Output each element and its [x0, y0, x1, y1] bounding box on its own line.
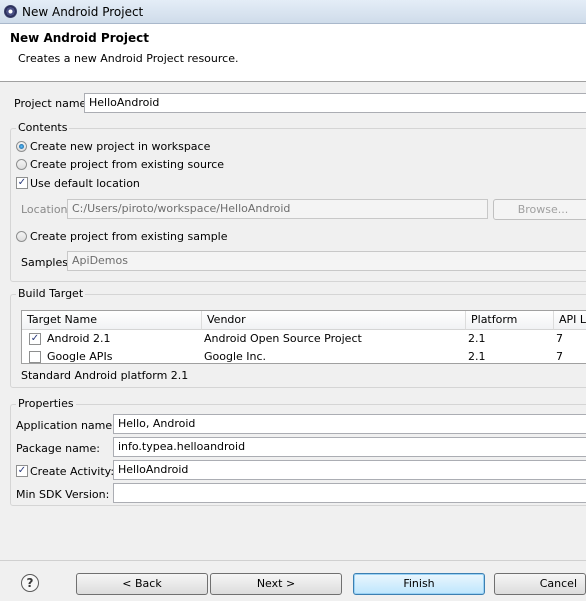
column-header-platform[interactable]: Platform: [466, 311, 554, 330]
existing-source-label[interactable]: Create project from existing source: [30, 158, 224, 171]
package-name-label: Package name:: [16, 442, 100, 455]
create-activity-checkbox[interactable]: ✓: [16, 465, 28, 477]
use-default-location-label[interactable]: Use default location: [30, 177, 140, 190]
target-name-cell: Google APIs: [47, 350, 113, 363]
platform-cell: 2.1: [468, 350, 486, 363]
browse-button[interactable]: Browse...: [493, 199, 586, 220]
wizard-banner: New Android Project Creates a new Androi…: [0, 24, 586, 82]
wizard-title: New Android Project: [10, 31, 149, 45]
properties-group-label: Properties: [16, 397, 76, 410]
create-new-project-label[interactable]: Create new project in workspace: [30, 140, 210, 153]
min-sdk-label: Min SDK Version:: [16, 488, 110, 501]
finish-button[interactable]: Finish: [353, 573, 485, 595]
package-name-input[interactable]: info.typea.helloandroid: [113, 437, 586, 457]
next-button[interactable]: Next >: [210, 573, 342, 595]
existing-sample-label[interactable]: Create project from existing sample: [30, 230, 228, 243]
create-activity-input[interactable]: HelloAndroid: [113, 460, 586, 480]
create-new-project-radio[interactable]: [16, 141, 27, 152]
project-name-label: Project name:: [14, 97, 91, 110]
samples-label: Samples:: [21, 256, 72, 269]
platform-cell: 2.1: [468, 332, 486, 345]
application-name-label: Application name:: [16, 419, 116, 432]
location-input[interactable]: C:/Users/piroto/workspace/HelloAndroid: [67, 199, 488, 219]
back-button[interactable]: < Back: [76, 573, 208, 595]
target-name-cell: Android 2.1: [47, 332, 111, 345]
footer-separator: [0, 560, 586, 561]
api-level-cell: 7: [556, 332, 563, 345]
target-row-checkbox[interactable]: ✓: [29, 333, 41, 345]
existing-source-radio[interactable]: [16, 159, 27, 170]
target-row-checkbox[interactable]: [29, 351, 41, 363]
title-bar[interactable]: New Android Project: [0, 0, 586, 24]
use-default-location-checkbox[interactable]: ✓: [16, 177, 28, 189]
column-header-target-name[interactable]: Target Name: [22, 311, 202, 330]
project-name-input[interactable]: HelloAndroid: [84, 93, 586, 113]
column-header-vendor[interactable]: Vendor: [202, 311, 466, 330]
cancel-button[interactable]: Cancel: [494, 573, 586, 595]
table-row[interactable]: ✓ Android 2.1 Android Open Source Projec…: [22, 330, 586, 347]
table-row[interactable]: Google APIs Google Inc. 2.1 7: [22, 348, 586, 363]
eclipse-app-icon: [4, 5, 17, 18]
location-label: Location:: [21, 203, 72, 216]
wizard-description: Creates a new Android Project resource.: [18, 52, 239, 65]
window-title: New Android Project: [22, 5, 144, 19]
create-activity-label[interactable]: Create Activity:: [30, 465, 114, 478]
samples-select[interactable]: ApiDemos: [67, 251, 586, 271]
build-target-status: Standard Android platform 2.1: [21, 369, 189, 382]
contents-group-label: Contents: [16, 121, 70, 134]
vendor-cell: Android Open Source Project: [204, 332, 362, 345]
application-name-input[interactable]: Hello, Android: [113, 414, 586, 434]
api-level-cell: 7: [556, 350, 563, 363]
build-target-group-label: Build Target: [16, 287, 86, 300]
build-target-table[interactable]: Target Name Vendor Platform API Le ✓ And…: [21, 310, 586, 364]
existing-sample-radio[interactable]: [16, 231, 27, 242]
vendor-cell: Google Inc.: [204, 350, 267, 363]
min-sdk-input[interactable]: [113, 483, 586, 503]
column-header-api-level[interactable]: API Le: [554, 311, 586, 330]
help-icon[interactable]: ?: [21, 574, 39, 592]
